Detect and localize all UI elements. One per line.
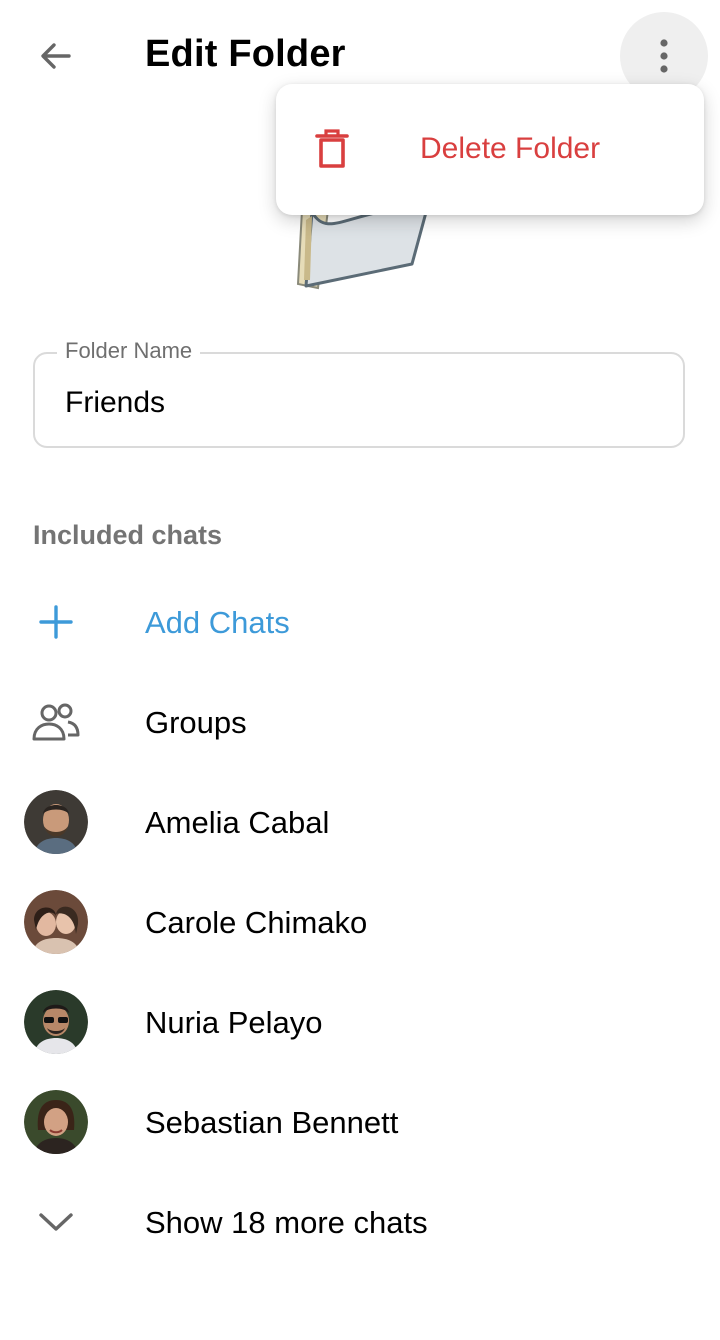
folder-name-field[interactable]: Folder Name: [33, 338, 685, 448]
context-menu: Delete Folder: [276, 84, 704, 215]
avatar: [24, 890, 88, 954]
chat-name: Carole Chimako: [145, 905, 368, 940]
more-vert-icon: [660, 39, 668, 73]
page-title: Edit Folder: [145, 33, 346, 75]
chat-name: Groups: [145, 705, 247, 740]
chevron-down-icon: [24, 1190, 88, 1254]
chat-name: Sebastian Bennett: [145, 1105, 399, 1140]
chat-row[interactable]: Nuria Pelayo: [0, 972, 720, 1072]
trash-icon: [315, 129, 349, 168]
chat-name: Nuria Pelayo: [145, 1005, 323, 1040]
add-chats-label: Add Chats: [145, 605, 290, 640]
avatar: [24, 990, 88, 1054]
chat-row[interactable]: Carole Chimako: [0, 872, 720, 972]
add-chats-button[interactable]: Add Chats: [0, 572, 720, 672]
avatar: [24, 790, 88, 854]
folder-name-input[interactable]: [65, 386, 645, 420]
plus-icon: [24, 590, 88, 654]
back-button[interactable]: [24, 24, 88, 88]
chat-row[interactable]: Sebastian Bennett: [0, 1072, 720, 1172]
chat-row[interactable]: Amelia Cabal: [0, 772, 720, 872]
chat-row-groups[interactable]: Groups: [0, 672, 720, 772]
show-more-chats-button[interactable]: Show 18 more chats: [0, 1172, 720, 1272]
arrow-left-icon: [41, 43, 71, 69]
delete-folder-item[interactable]: [312, 128, 352, 175]
folder-name-label: Folder Name: [57, 338, 201, 364]
included-chats-heading: Included chats: [33, 520, 223, 550]
delete-folder-label[interactable]: Delete Folder: [420, 132, 600, 166]
avatar: [24, 1090, 88, 1154]
groups-icon: [24, 690, 88, 754]
show-more-label: Show 18 more chats: [145, 1205, 428, 1240]
chat-name: Amelia Cabal: [145, 805, 330, 840]
